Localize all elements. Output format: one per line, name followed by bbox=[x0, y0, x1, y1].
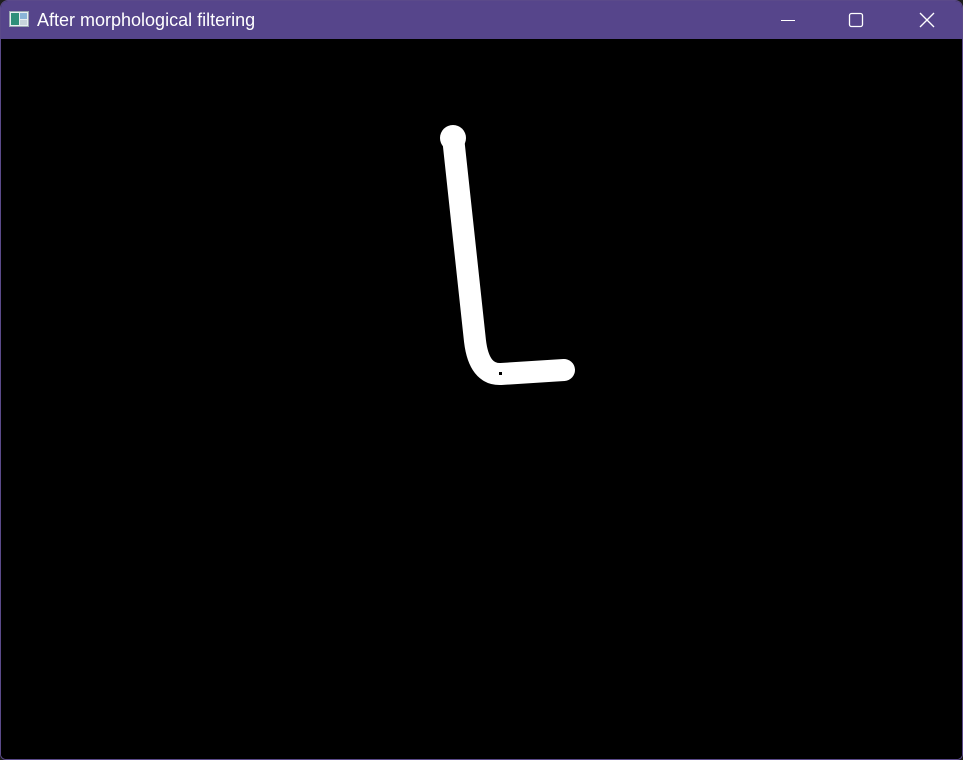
close-icon bbox=[919, 12, 935, 28]
binary-mask-image bbox=[1, 39, 962, 759]
stroke-start-blob bbox=[440, 125, 466, 151]
noise-pixel bbox=[499, 372, 502, 375]
close-button[interactable] bbox=[904, 1, 950, 39]
maximize-icon bbox=[848, 12, 864, 28]
window-title: After morphological filtering bbox=[37, 10, 256, 30]
image-window-icon bbox=[9, 11, 29, 27]
minimize-button[interactable] bbox=[765, 1, 811, 39]
image-canvas[interactable] bbox=[1, 39, 962, 759]
maximize-button[interactable] bbox=[833, 1, 879, 39]
minimize-icon bbox=[781, 20, 795, 21]
title-bar[interactable]: After morphological filtering bbox=[1, 1, 962, 39]
app-window: After morphological filtering bbox=[0, 0, 963, 760]
